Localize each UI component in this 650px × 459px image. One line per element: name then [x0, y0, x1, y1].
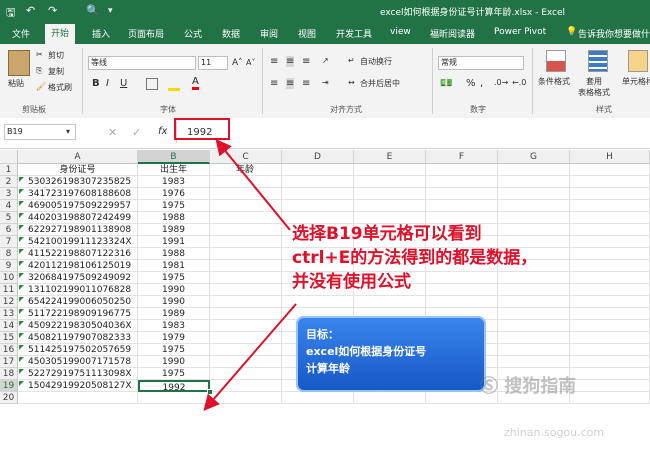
annotation-line-1: 选择B19单元格可以看到 [292, 224, 482, 244]
goal-box: 目标： excel如何根据身份证号 计算年龄 [296, 316, 486, 392]
annotation-line-2: ctrl+E的方法得到的都是数据， [292, 248, 538, 268]
annotation-line-3: 并没有使用公式 [292, 272, 411, 292]
watermark-text: 搜狗指南 [504, 376, 577, 397]
watermark-url: zhinan.sogou.com [504, 426, 605, 439]
annotation-text: 选择B19单元格可以看到 ctrl+E的方法得到的都是数据， 并没有使用公式 [292, 222, 650, 294]
arrow-to-cell [203, 303, 297, 412]
arrow-to-formula [215, 138, 291, 231]
goal-line-2: excel如何根据身份证号 [306, 345, 427, 358]
watermark-logo: Ⓢ 搜狗指南 [480, 376, 577, 397]
goal-line-1: 目标： [306, 328, 339, 341]
goal-line-3: 计算年龄 [306, 362, 350, 375]
